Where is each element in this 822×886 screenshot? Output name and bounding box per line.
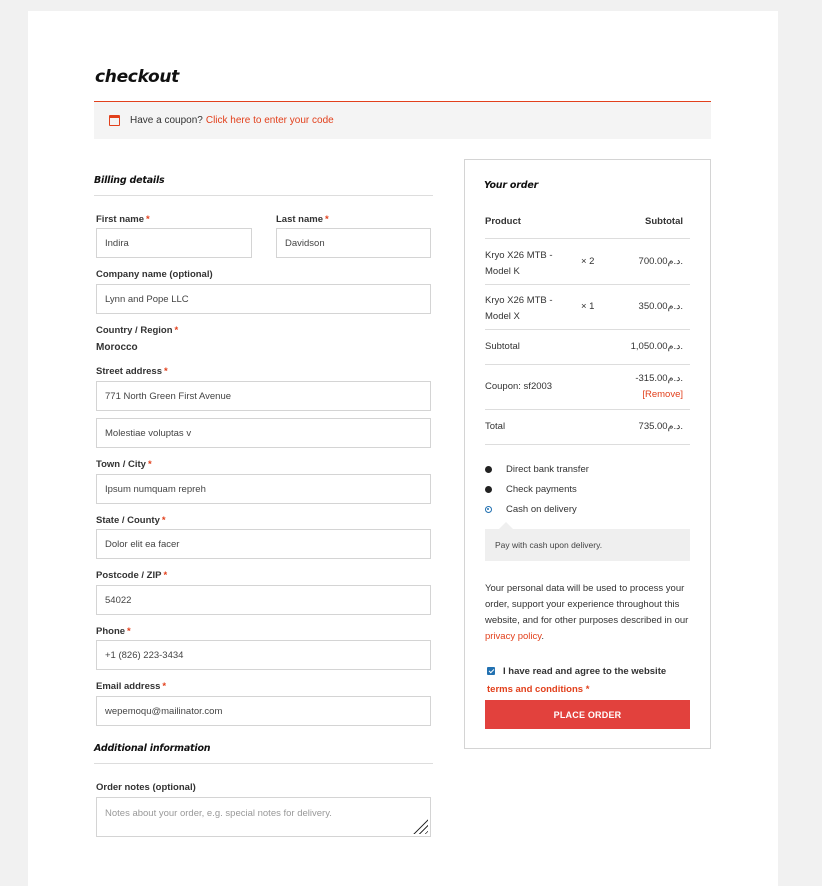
company-field[interactable]: Lynn and Pope LLC [96, 284, 431, 314]
coupon-notice: Have a coupon? Click here to enter your … [94, 101, 711, 139]
coupon-prompt: Have a coupon? [130, 115, 203, 126]
city-field[interactable]: Ipsum numquam repreh [96, 474, 431, 504]
city-label: Town / City * [96, 459, 152, 470]
payment-label-check[interactable]: Check payments [506, 484, 577, 495]
last-name-field[interactable]: Davidson [276, 228, 431, 258]
order-divider [485, 364, 690, 365]
order-notes-field[interactable]: Notes about your order, e.g. special not… [96, 797, 431, 837]
postcode-field[interactable]: 54022 [96, 585, 431, 615]
total-label: Total [485, 421, 506, 432]
order-notes-placeholder: Notes about your order, e.g. special not… [105, 808, 332, 819]
street-field[interactable]: 771 North Green First Avenue [96, 381, 431, 411]
country-label: Country / Region * [96, 325, 179, 336]
postcode-label: Postcode / ZIP * [96, 570, 168, 581]
terms-line: terms and conditions * [487, 684, 590, 695]
order-divider [485, 329, 690, 330]
email-field[interactable]: wepemoqu@mailinator.com [96, 696, 431, 726]
payment-radio-cod[interactable] [485, 506, 492, 513]
payment-label-cod[interactable]: Cash on delivery [506, 504, 577, 515]
payment-radio-bank[interactable] [485, 466, 492, 473]
coupon-remove-link[interactable]: [Remove] [642, 389, 683, 400]
subtotal-col-header: Subtotal [645, 216, 683, 227]
payment-radio-check[interactable] [485, 486, 492, 493]
order-divider [485, 444, 690, 445]
state-field[interactable]: Dolor elit ea facer [96, 529, 431, 559]
coupon-value: -315.00د.م. [635, 373, 683, 384]
resize-grip-icon[interactable] [410, 816, 428, 834]
order-item-qty: × 2 [581, 256, 595, 267]
billing-divider [94, 195, 433, 196]
privacy-notice: Your personal data will be used to proce… [485, 583, 689, 642]
order-item-name: Kryo X26 MTB - Model X [485, 295, 553, 322]
privacy-policy-link[interactable]: privacy policy [485, 631, 541, 642]
state-label: State / County * [96, 515, 166, 526]
street-field-2[interactable]: Molestiae voluptas v [96, 418, 431, 448]
first-name-field[interactable]: Indira [96, 228, 252, 258]
coupon-link[interactable]: Click here to enter your code [206, 115, 334, 126]
coupon-label: Coupon: sf2003 [485, 381, 553, 392]
last-name-label: Last name * [276, 214, 329, 225]
order-divider [485, 284, 690, 285]
terms-label: I have read and agree to the website [503, 666, 667, 677]
order-item-name: Kryo X26 MTB - Model K [485, 250, 553, 277]
phone-label: Phone * [96, 626, 131, 637]
additional-title: Additional information [94, 743, 211, 754]
additional-divider [94, 763, 433, 764]
terms-checkbox[interactable] [487, 667, 495, 675]
calendar-icon [109, 115, 120, 126]
company-label: Company name (optional) [96, 269, 213, 280]
street-label: Street address * [96, 366, 168, 377]
terms-link[interactable]: terms and conditions [487, 684, 583, 695]
email-label: Email address * [96, 681, 167, 692]
order-divider [485, 409, 690, 410]
subtotal-label: Subtotal [485, 341, 520, 352]
order-divider [485, 238, 690, 239]
order-notes-label: Order notes (optional) [96, 782, 196, 793]
product-col-header: Product [485, 216, 521, 227]
page-title: checkout [95, 67, 179, 87]
order-review: Your order Product Subtotal Kryo X26 MTB… [464, 159, 711, 749]
payment-label-bank[interactable]: Direct bank transfer [506, 464, 589, 475]
billing-title: Billing details [94, 175, 165, 186]
phone-field[interactable]: +1 (826) 223-3434 [96, 640, 431, 670]
total-value: 735.00د.م. [638, 421, 683, 432]
checkout-page: checkout Have a coupon? Click here to en… [28, 11, 778, 886]
order-title: Your order [484, 180, 539, 191]
order-item-total: 350.00د.م. [638, 301, 683, 312]
country-value: Morocco [96, 342, 138, 353]
order-item-total: 700.00د.م. [638, 256, 683, 267]
subtotal-value: 1,050.00د.م. [630, 341, 683, 352]
place-order-button[interactable]: PLACE ORDER [485, 700, 690, 729]
order-item-qty: × 1 [581, 301, 595, 312]
first-name-label: First name * [96, 214, 150, 225]
payment-description: Pay with cash upon delivery. [485, 522, 690, 561]
